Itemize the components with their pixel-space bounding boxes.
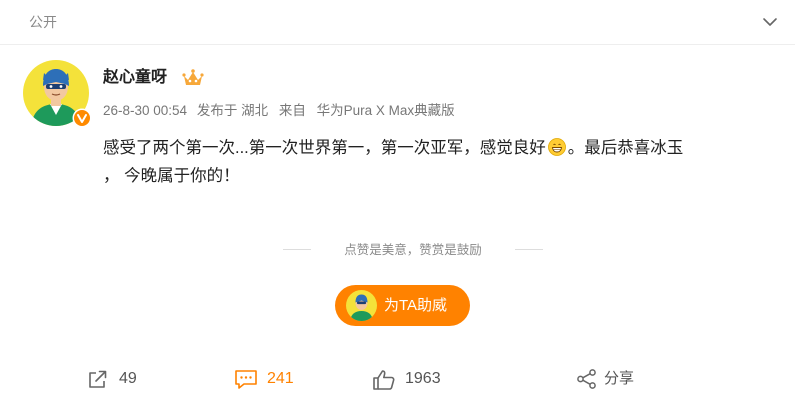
cheer-avatar	[346, 290, 377, 321]
post-source-label: 来自	[278, 103, 306, 118]
post-device[interactable]: 华为Pura X Max典藏版	[317, 103, 455, 118]
cheer-button-label: 为TA助威	[384, 297, 448, 314]
post-text-line-1: 感受了两个第一次...第一次世界第一，第一次亚军，感觉良好 。最后恭喜冰玉	[103, 134, 783, 162]
share-label: 分享	[604, 370, 635, 387]
share-button[interactable]: 分享	[576, 366, 786, 392]
header-divider	[0, 44, 795, 45]
post-text-line-2: ， 今晚属于你的！	[103, 167, 240, 185]
like-icon	[373, 370, 395, 390]
chevron-down-icon[interactable]	[760, 12, 780, 32]
forward-button[interactable]: 49	[87, 366, 157, 392]
comment-button[interactable]: 241	[234, 366, 314, 392]
forward-icon	[89, 370, 107, 388]
like-count: 1963	[405, 370, 441, 387]
reward-hint: 点赞是美意，赞赏是鼓励	[344, 243, 482, 257]
like-button[interactable]: 1963	[372, 366, 462, 392]
author-name[interactable]: 赵心童呀	[103, 68, 167, 88]
post-text-part-1: 感受了两个第一次...第一次世界第一，第一次亚军，感觉良好	[103, 139, 546, 157]
post-card: 公开 赵心童呀 26-8-30 00:54 发布于 湖北 来自 华为Pura X…	[0, 0, 795, 410]
grin-emoji	[547, 138, 566, 156]
cheer-button[interactable]: 为TA助威	[335, 285, 470, 326]
post-text: 感受了两个第一次...第一次世界第一，第一次亚军，感觉良好 。最后恭喜冰玉 ， …	[103, 134, 783, 190]
post-header: 公开	[0, 0, 795, 44]
divider-line-left	[283, 249, 311, 250]
share-icon	[577, 369, 596, 389]
visibility-label: 公开	[29, 14, 57, 30]
verified-badge-icon	[72, 108, 92, 128]
post-time[interactable]: 26-8-30 00:54	[103, 103, 187, 118]
post-text-part-2: 。最后恭喜冰玉	[567, 139, 684, 157]
comment-count: 241	[267, 370, 294, 387]
member-crown-icon[interactable]	[182, 68, 204, 88]
post-meta: 26-8-30 00:54 发布于 湖北 来自 华为Pura X Max典藏版	[103, 102, 455, 120]
post-location: 发布于 湖北	[196, 103, 269, 118]
forward-count: 49	[119, 370, 137, 387]
divider-line-right	[515, 249, 543, 250]
comment-icon	[235, 370, 257, 389]
reward-divider: 点赞是美意，赞赏是鼓励	[283, 241, 543, 259]
